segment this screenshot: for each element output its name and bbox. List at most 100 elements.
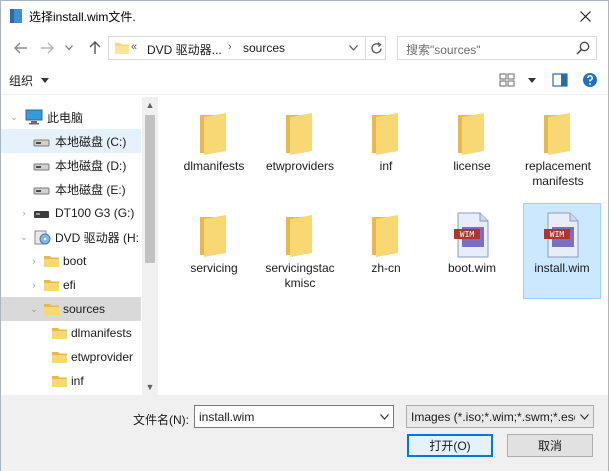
folder-item-servicing[interactable]: servicing [175, 203, 253, 299]
help-icon [583, 73, 597, 87]
tree-item-efi[interactable]: › efi [1, 273, 141, 297]
tree-item-this-pc[interactable]: ⌄ 此电脑 [1, 105, 141, 129]
folder-item-servicingstackmisc[interactable]: servicingstackmisc [261, 203, 339, 299]
filename-value[interactable]: install.wim [199, 410, 254, 424]
chevron-down-icon [379, 413, 389, 420]
folder-icon [544, 113, 570, 155]
folder-icon [44, 280, 59, 291]
collapse-icon[interactable]: ⌄ [19, 232, 29, 242]
navigation-pane: ⌄ 此电脑 本地磁盘 (C:) 本地磁盘 (D:) 本地磁盘 (E:) › DT… [1, 97, 158, 395]
breadcrumb-separator[interactable]: › [228, 41, 232, 53]
collapse-icon[interactable]: ⌄ [29, 304, 39, 314]
close-button[interactable] [562, 1, 608, 31]
tree-item-sources[interactable]: ⌄ sources [1, 297, 141, 321]
file-item-install-wim[interactable]: WIM install.wim [523, 203, 601, 299]
back-button[interactable] [11, 38, 31, 58]
filename-dropdown-button[interactable] [375, 406, 393, 427]
file-name: boot.wim [447, 261, 497, 275]
arrow-up-icon [89, 41, 101, 54]
chevron-down-icon [348, 45, 358, 51]
tree-item-local-disk-e[interactable]: 本地磁盘 (E:) [1, 177, 141, 201]
organize-label: 组织 [9, 73, 34, 88]
filetype-dropdown-button[interactable] [575, 406, 593, 427]
folder-icon [44, 304, 59, 315]
folder-item-zh-cn[interactable]: zh-cn [347, 203, 425, 299]
address-overflow[interactable]: « [131, 41, 137, 53]
file-item-boot-wim[interactable]: WIM boot.wim [433, 203, 511, 299]
help-button[interactable] [581, 72, 599, 88]
forward-button[interactable] [37, 38, 57, 58]
preview-pane-icon [552, 73, 568, 87]
tree-item-local-disk-d[interactable]: 本地磁盘 (D:) [1, 153, 141, 177]
folder-icon [200, 113, 226, 155]
folder-icon [44, 256, 59, 267]
folder-item-inf[interactable]: inf [347, 101, 425, 197]
tree-label: DT100 G3 (G:) [55, 206, 135, 220]
navigation-bar: « DVD 驱动器... › sources 搜索"sources" [1, 31, 608, 65]
address-bar[interactable]: « DVD 驱动器... › sources [108, 36, 386, 60]
search-placeholder: 搜索"sources" [406, 43, 481, 57]
scroll-up-button[interactable]: ▲ [142, 97, 158, 113]
drive-icon [33, 187, 50, 195]
view-icon [499, 73, 515, 87]
tree-label: inf [71, 374, 84, 388]
navigation-scrollbar[interactable]: ▲ ▼ [142, 97, 158, 395]
file-name: zh-cn [371, 261, 401, 275]
file-name: license [453, 159, 491, 173]
preview-pane-button[interactable] [551, 72, 569, 88]
tree-item-local-disk-c[interactable]: 本地磁盘 (C:) [1, 129, 141, 153]
search-box[interactable]: 搜索"sources" [397, 36, 597, 60]
folder-icon [458, 113, 484, 155]
folder-icon [52, 328, 67, 339]
organize-button[interactable]: 组织 [9, 71, 50, 89]
tree-item-etwprovider[interactable]: etwprovider [1, 345, 141, 369]
caret-down-icon [41, 77, 50, 83]
expand-icon[interactable]: › [19, 208, 29, 218]
tree-label: efi [63, 278, 76, 292]
filename-input[interactable]: install.wim [194, 405, 394, 428]
breadcrumb-dvd-drive[interactable]: DVD 驱动器... [147, 41, 222, 58]
folder-item-replacementmanifests[interactable]: replacementmanifests [519, 101, 597, 197]
tree-label: sources [63, 302, 106, 316]
folder-item-license[interactable]: license [433, 101, 511, 197]
recent-locations-button[interactable] [63, 38, 75, 58]
expand-icon[interactable]: › [29, 256, 39, 266]
tree-label: boot [63, 254, 87, 268]
file-name: servicingstackmisc [265, 261, 335, 290]
tree-item-dlmanifests[interactable]: dlmanifests [1, 321, 141, 345]
refresh-icon [371, 41, 382, 53]
drive-icon [33, 163, 50, 171]
breadcrumb-sources[interactable]: sources [243, 41, 285, 55]
up-button[interactable] [85, 38, 105, 58]
scrollbar-thumb[interactable] [145, 115, 155, 263]
view-options-button[interactable] [525, 72, 539, 88]
file-open-dialog: 选择install.wim文件. « DVD 驱动器... › sources … [0, 0, 609, 471]
cancel-button[interactable]: 取消 [507, 434, 593, 457]
change-view-button[interactable] [498, 72, 516, 88]
caret-down-icon [528, 77, 536, 83]
tree-item-inf[interactable]: inf [1, 369, 141, 393]
tree-label: etwprovider [71, 350, 134, 364]
tree-item-boot[interactable]: › boot [1, 249, 141, 273]
refresh-button[interactable] [365, 37, 387, 59]
folder-item-etwproviders[interactable]: etwproviders [261, 101, 339, 197]
wim-icon-label: WIM [550, 230, 565, 239]
expand-icon[interactable]: › [29, 280, 39, 290]
address-history-button[interactable] [346, 41, 360, 55]
tree-label: 此电脑 [47, 110, 84, 125]
folder-icon [372, 113, 398, 155]
tree-label: dlmanifests [71, 326, 132, 340]
open-button[interactable]: 打开(O) [407, 434, 493, 457]
tree-item-usb-g[interactable]: › DT100 G3 (G:) [1, 201, 141, 225]
filename-label: 文件名(N): [133, 413, 189, 427]
expand-icon[interactable]: ⌄ [9, 112, 19, 122]
tree-item-dvd-drive-h[interactable]: ⌄ DVD 驱动器 (H: [1, 225, 141, 249]
tree-label: 本地磁盘 (C:) [55, 134, 127, 149]
title-bar[interactable]: 选择install.wim文件. [1, 1, 608, 31]
folder-item-dlmanifests[interactable]: dlmanifests [175, 101, 253, 197]
filetype-select[interactable]: Images (*.iso;*.wim;*.swm;*.esd) [406, 405, 594, 428]
usb-drive-icon [34, 211, 49, 218]
wim-icon-label: WIM [460, 230, 475, 239]
scroll-down-button[interactable]: ▼ [142, 379, 158, 395]
folder-icon [115, 43, 129, 54]
